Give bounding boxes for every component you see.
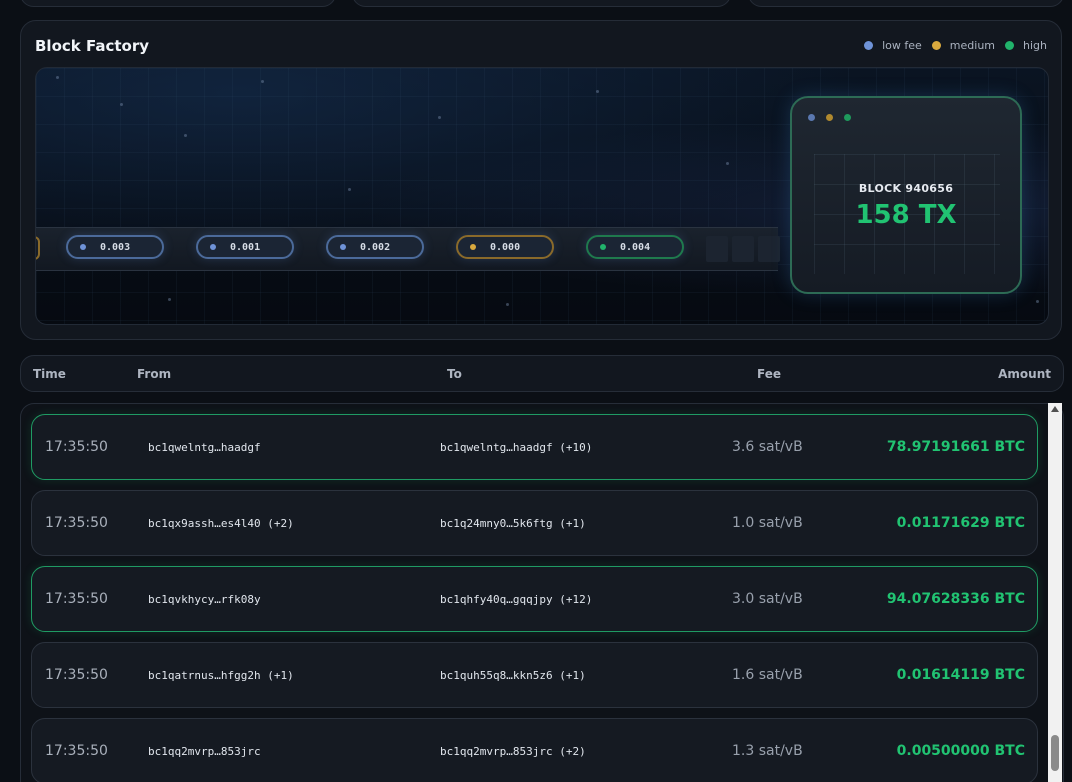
list-scrollbar[interactable] — [1048, 403, 1062, 782]
row-from-address[interactable]: bc1qx9assh…es4l40 (+2) — [148, 517, 294, 530]
scroll-up-arrow-icon[interactable] — [1051, 406, 1059, 412]
row-amount: 0.01171629 BTC — [896, 515, 1025, 531]
star-dot — [726, 162, 729, 165]
tx-pill-value: 0.000 — [490, 241, 521, 253]
row-from-address[interactable]: bc1qvkhycy…rfk08y — [148, 593, 261, 606]
row-to-address[interactable]: bc1quh55q8…kkn5z6 (+1) — [440, 669, 586, 682]
conveyor-segment — [706, 236, 728, 262]
star-dot — [596, 90, 599, 93]
fee-dot-icon — [80, 244, 86, 250]
row-amount: 78.97191661 BTC — [886, 439, 1025, 455]
tx-pill: 0.004 — [586, 235, 684, 259]
fee-dot-icon — [470, 244, 476, 250]
legend-label-medium: medium — [949, 39, 996, 52]
star-dot — [120, 103, 123, 106]
stat-card-3 — [748, 0, 1064, 7]
fee-legend: low fee medium high — [864, 39, 1047, 52]
block-factory-card: Block Factory low fee medium high 0.003 … — [20, 20, 1062, 340]
star-dot — [168, 298, 171, 301]
legend-dot-high — [1005, 41, 1015, 50]
row-to-address[interactable]: bc1qhfy40q…gqqjpy (+12) — [440, 593, 592, 606]
tx-pill: 0.003 — [66, 235, 164, 259]
star-dot — [1036, 300, 1039, 303]
fee-dot-icon — [340, 244, 346, 250]
conveyor-segment — [758, 236, 780, 262]
row-fee: 3.6 sat/vB — [732, 439, 803, 455]
row-to-address[interactable]: bc1qwelntg…haadgf (+10) — [440, 441, 592, 454]
block-window-dots — [808, 114, 851, 121]
fee-dot-icon — [600, 244, 606, 250]
header-fee[interactable]: Fee — [757, 367, 781, 381]
row-from-address[interactable]: bc1qatrnus…hfgg2h (+1) — [148, 669, 294, 682]
tx-pill-value: 0.002 — [360, 241, 391, 253]
tx-pill: 0.001 — [196, 235, 294, 259]
block-tx-count: 158 TX — [855, 200, 957, 230]
row-from-address[interactable]: bc1qq2mvrp…853jrc — [148, 745, 261, 758]
row-to-address[interactable]: bc1q24mny0…5k6ftg (+1) — [440, 517, 586, 530]
row-to-address[interactable]: bc1qq2mvrp…853jrc (+2) — [440, 745, 586, 758]
block-factory-title: Block Factory — [35, 37, 150, 55]
tx-pill-partial — [36, 236, 40, 260]
table-row[interactable]: 17:35:50 bc1qvkhycy…rfk08y bc1qhfy40q…gq… — [31, 566, 1038, 632]
star-dot — [261, 80, 264, 83]
star-dot — [348, 188, 351, 191]
legend-dot-low-fee — [864, 41, 874, 50]
tx-pill: 0.002 — [326, 235, 424, 259]
block-label: BLOCK 940656 — [858, 182, 954, 195]
header-to[interactable]: To — [447, 367, 462, 381]
conveyor-segment — [732, 236, 754, 262]
legend-item-medium: medium — [931, 39, 996, 52]
legend-label-high: high — [1023, 39, 1047, 52]
tx-pill: 0.000 — [456, 235, 554, 259]
row-fee: 1.0 sat/vB — [732, 515, 803, 531]
row-fee: 1.6 sat/vB — [732, 667, 803, 683]
factory-stage: 0.003 0.001 0.002 0.000 0.004 BLOCK 9406… — [35, 67, 1049, 325]
tx-pill-value: 0.003 — [100, 241, 131, 253]
block-box: BLOCK 940656 158 TX — [790, 96, 1022, 294]
table-row[interactable]: 17:35:50 bc1qatrnus…hfgg2h (+1) bc1quh55… — [31, 642, 1038, 708]
star-dot — [438, 116, 441, 119]
stat-card-1 — [20, 0, 336, 7]
block-dot-yellow — [826, 114, 833, 121]
header-time[interactable]: Time — [33, 367, 66, 381]
row-amount: 0.01614119 BTC — [896, 667, 1025, 683]
row-fee: 3.0 sat/vB — [732, 591, 803, 607]
stat-card-2 — [352, 0, 731, 7]
fee-dot-icon — [210, 244, 216, 250]
row-amount: 94.07628336 BTC — [886, 591, 1025, 607]
table-header: Time From To Fee Amount — [20, 355, 1064, 392]
star-dot — [506, 303, 509, 306]
legend-label-low-fee: low fee — [882, 39, 922, 52]
row-time: 17:35:50 — [45, 591, 108, 607]
row-time: 17:35:50 — [45, 667, 108, 683]
row-amount: 0.00500000 BTC — [896, 743, 1025, 759]
legend-item-high: high — [1005, 39, 1047, 52]
row-time: 17:35:50 — [45, 743, 108, 759]
transaction-list[interactable]: 17:35:50 bc1qwelntg…haadgf bc1qwelntg…ha… — [20, 403, 1064, 782]
table-row[interactable]: 17:35:50 bc1qwelntg…haadgf bc1qwelntg…ha… — [31, 414, 1038, 480]
tx-pill-value: 0.004 — [620, 241, 651, 253]
scroll-thumb[interactable] — [1051, 735, 1059, 771]
table-row[interactable]: 17:35:50 bc1qq2mvrp…853jrc bc1qq2mvrp…85… — [31, 718, 1038, 782]
header-from[interactable]: From — [137, 367, 171, 381]
block-dot-blue — [808, 114, 815, 121]
block-dot-green — [844, 114, 851, 121]
row-time: 17:35:50 — [45, 515, 108, 531]
star-dot — [56, 76, 59, 79]
table-row[interactable]: 17:35:50 bc1qx9assh…es4l40 (+2) bc1q24mn… — [31, 490, 1038, 556]
row-from-address[interactable]: bc1qwelntg…haadgf — [148, 441, 261, 454]
row-fee: 1.3 sat/vB — [732, 743, 803, 759]
legend-dot-medium — [931, 41, 941, 50]
legend-item-low-fee: low fee — [864, 39, 922, 52]
star-dot — [184, 134, 187, 137]
tx-pill-value: 0.001 — [230, 241, 261, 253]
row-time: 17:35:50 — [45, 439, 108, 455]
header-amount[interactable]: Amount — [998, 367, 1051, 381]
